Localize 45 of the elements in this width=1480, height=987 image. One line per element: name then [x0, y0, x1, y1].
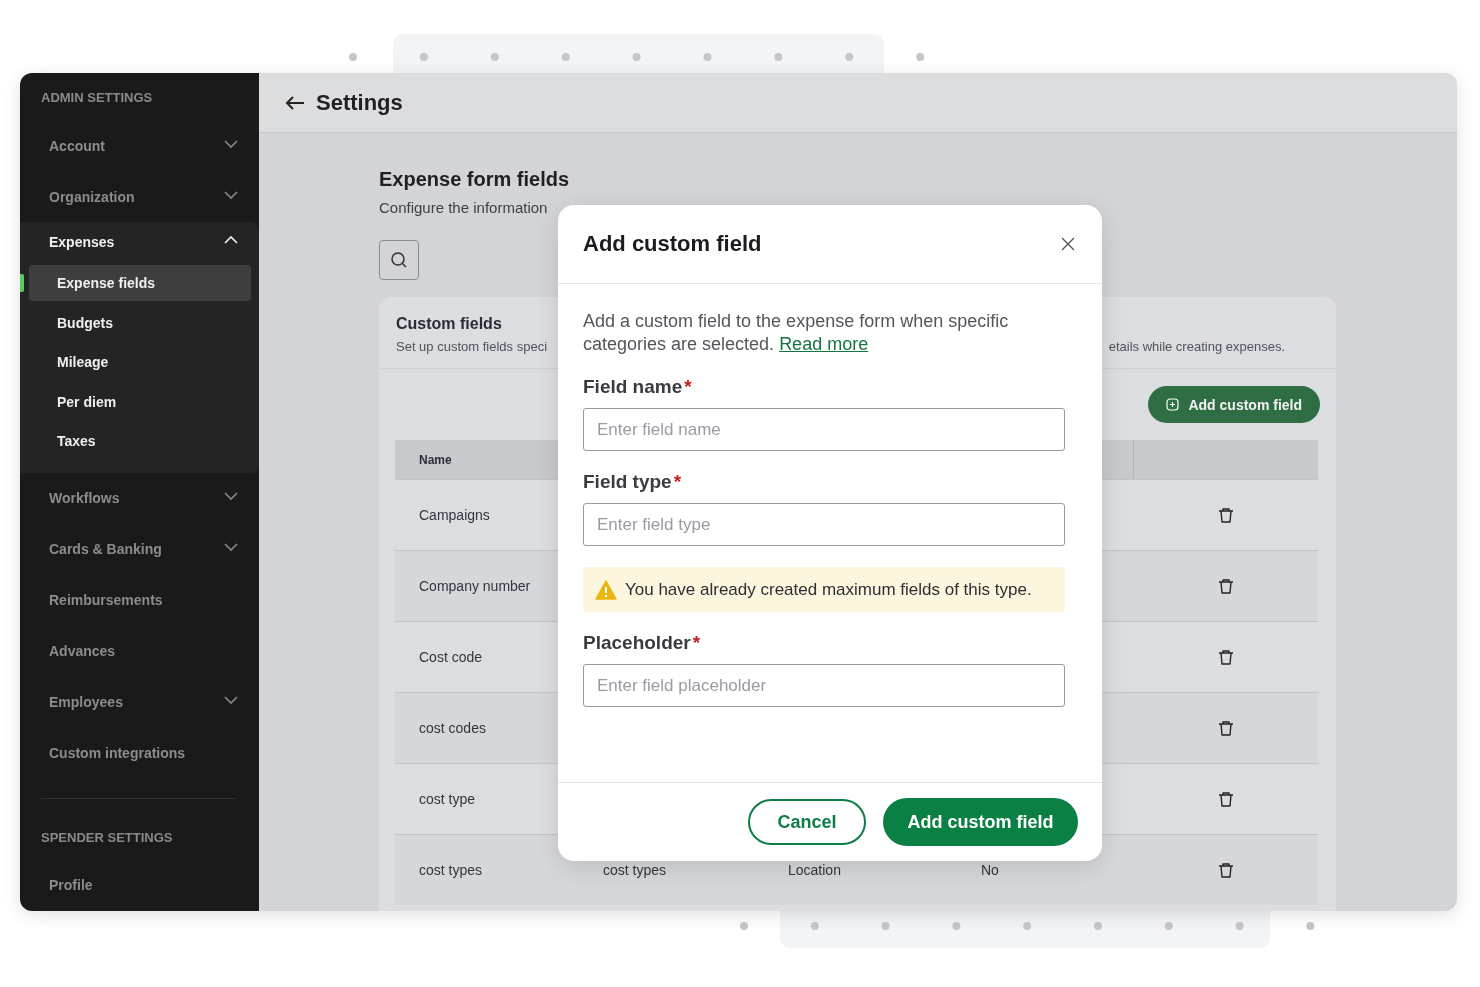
page-title: Settings — [316, 89, 403, 116]
sidebar-item[interactable]: Advances — [20, 625, 259, 677]
add-custom-field-button[interactable]: Add custom field — [1148, 386, 1320, 423]
section-title: Expense form fields — [379, 168, 570, 191]
sidebar-item[interactable]: Reimbursements — [20, 574, 259, 626]
table-cell: cost types — [419, 862, 483, 878]
sidebar-item[interactable]: Custom integrations — [20, 727, 259, 779]
table-cell: No — [981, 862, 999, 878]
input-field[interactable]: Enter field placeholder — [583, 664, 1065, 707]
warning-message: You have already created maximum fields of this type. — [583, 567, 1065, 612]
table-cell: Campaigns — [419, 507, 490, 523]
add-custom-field-button[interactable]: Add custom field — [883, 798, 1078, 846]
cancel-button[interactable]: Cancel — [748, 799, 866, 845]
sidebar-subitem[interactable]: Budgets — [29, 304, 251, 341]
sidebar-item[interactable]: Expenses — [20, 222, 259, 262]
table-cell: cost type — [419, 791, 476, 807]
field-label: Placeholder* — [583, 632, 702, 654]
card-title: Custom fields — [396, 315, 502, 333]
table-cell: cost codes — [419, 720, 486, 736]
table-cell: Cost code — [419, 649, 483, 665]
section-description: Configure the information — [379, 199, 548, 216]
sidebar-subitem[interactable]: Taxes — [29, 423, 251, 459]
section-heading: ADMIN SETTINGS — [40, 89, 154, 107]
sidebar-item[interactable]: Profile — [20, 859, 259, 911]
column-header: Name — [419, 452, 452, 467]
dialog-title: Add custom field — [583, 231, 762, 257]
dialog-description: Add a custom field to the expense form when specific categories are selected. Read more — [583, 310, 1010, 356]
card-description: Set up custom fields speci — [396, 339, 548, 354]
input-field[interactable]: Enter field name — [583, 408, 1065, 451]
input-field[interactable]: Enter field type — [583, 503, 1065, 546]
field-label: Field name* — [583, 376, 693, 398]
table-cell: Location — [788, 862, 841, 878]
read-more-link[interactable]: Read more — [779, 334, 869, 354]
field-label: Field type* — [583, 471, 683, 493]
sidebar-item[interactable]: Cards & Banking — [20, 523, 259, 575]
table-cell: Company number — [419, 578, 531, 594]
sidebar-item[interactable]: Employees — [20, 676, 259, 728]
sidebar-subitem[interactable]: Mileage — [29, 344, 251, 380]
sidebar-item[interactable]: Organization — [20, 171, 259, 222]
section-heading: SPENDER SETTINGS — [40, 828, 174, 847]
sidebar-subitem[interactable]: Per diem — [29, 383, 251, 420]
card-description: etails while creating expenses. — [1108, 339, 1285, 354]
table-cell: cost types — [603, 862, 667, 878]
sidebar-item[interactable]: Workflows — [20, 472, 259, 524]
sidebar-item[interactable]: Account — [20, 120, 259, 171]
